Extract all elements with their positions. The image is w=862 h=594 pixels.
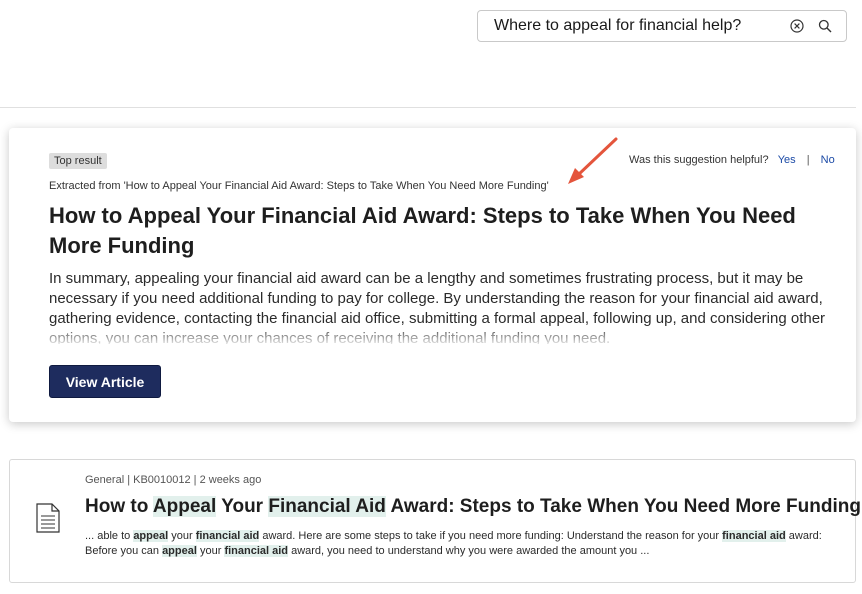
- snippet-highlight: appeal: [133, 530, 169, 542]
- title-text: How to: [85, 496, 153, 517]
- header-divider: [0, 107, 856, 108]
- result-title-link[interactable]: How to Appeal Your Financial Aid Award: …: [85, 496, 861, 518]
- document-icon: [36, 503, 60, 533]
- helpful-yes-link[interactable]: Yes: [778, 154, 796, 166]
- annotation-arrow-icon: [568, 137, 618, 184]
- snippet-text: award. Here are some steps to take if yo…: [259, 530, 723, 542]
- top-result-card: Top result Was this suggestion helpful? …: [9, 128, 856, 422]
- snippet-highlight: financial aid: [224, 545, 289, 557]
- snippet-text: ... able to: [85, 530, 134, 542]
- snippet-highlight: financial aid: [722, 530, 786, 542]
- snippet-highlight: appeal: [162, 545, 197, 557]
- clear-circle-icon[interactable]: [790, 19, 804, 33]
- top-result-badge: Top result: [49, 153, 107, 169]
- extracted-from-text: Extracted from 'How to Appeal Your Finan…: [49, 180, 549, 192]
- search-box[interactable]: [477, 10, 847, 42]
- result-snippet: ... able to appeal your financial aid aw…: [85, 529, 850, 559]
- helpful-separator: |: [806, 154, 810, 166]
- helpful-no-link[interactable]: No: [821, 154, 835, 166]
- helpful-question: Was this suggestion helpful?: [629, 154, 769, 166]
- snippet-text: your: [196, 545, 225, 557]
- title-text: Award: Steps to Take When You Need More …: [385, 496, 861, 517]
- top-result-title: How to Appeal Your Financial Aid Award: …: [49, 203, 796, 258]
- snippet-text: award, you need to understand why you we…: [288, 545, 650, 557]
- title-highlight: Appeal: [152, 496, 217, 517]
- search-result-card[interactable]: General | KB0010012 | 2 weeks ago How to…: [9, 459, 861, 583]
- helpful-feedback: Was this suggestion helpful? Yes | No: [629, 154, 835, 166]
- title-text: Your: [216, 496, 269, 517]
- title-highlight: Financial Aid: [268, 496, 386, 517]
- search-icon[interactable]: [818, 19, 832, 33]
- view-article-button[interactable]: View Article: [49, 365, 161, 398]
- search-input[interactable]: [494, 17, 784, 35]
- summary-fade: [49, 325, 839, 345]
- snippet-text: your: [168, 530, 196, 542]
- result-meta: General | KB0010012 | 2 weeks ago: [85, 474, 262, 486]
- snippet-highlight: financial aid: [195, 530, 260, 542]
